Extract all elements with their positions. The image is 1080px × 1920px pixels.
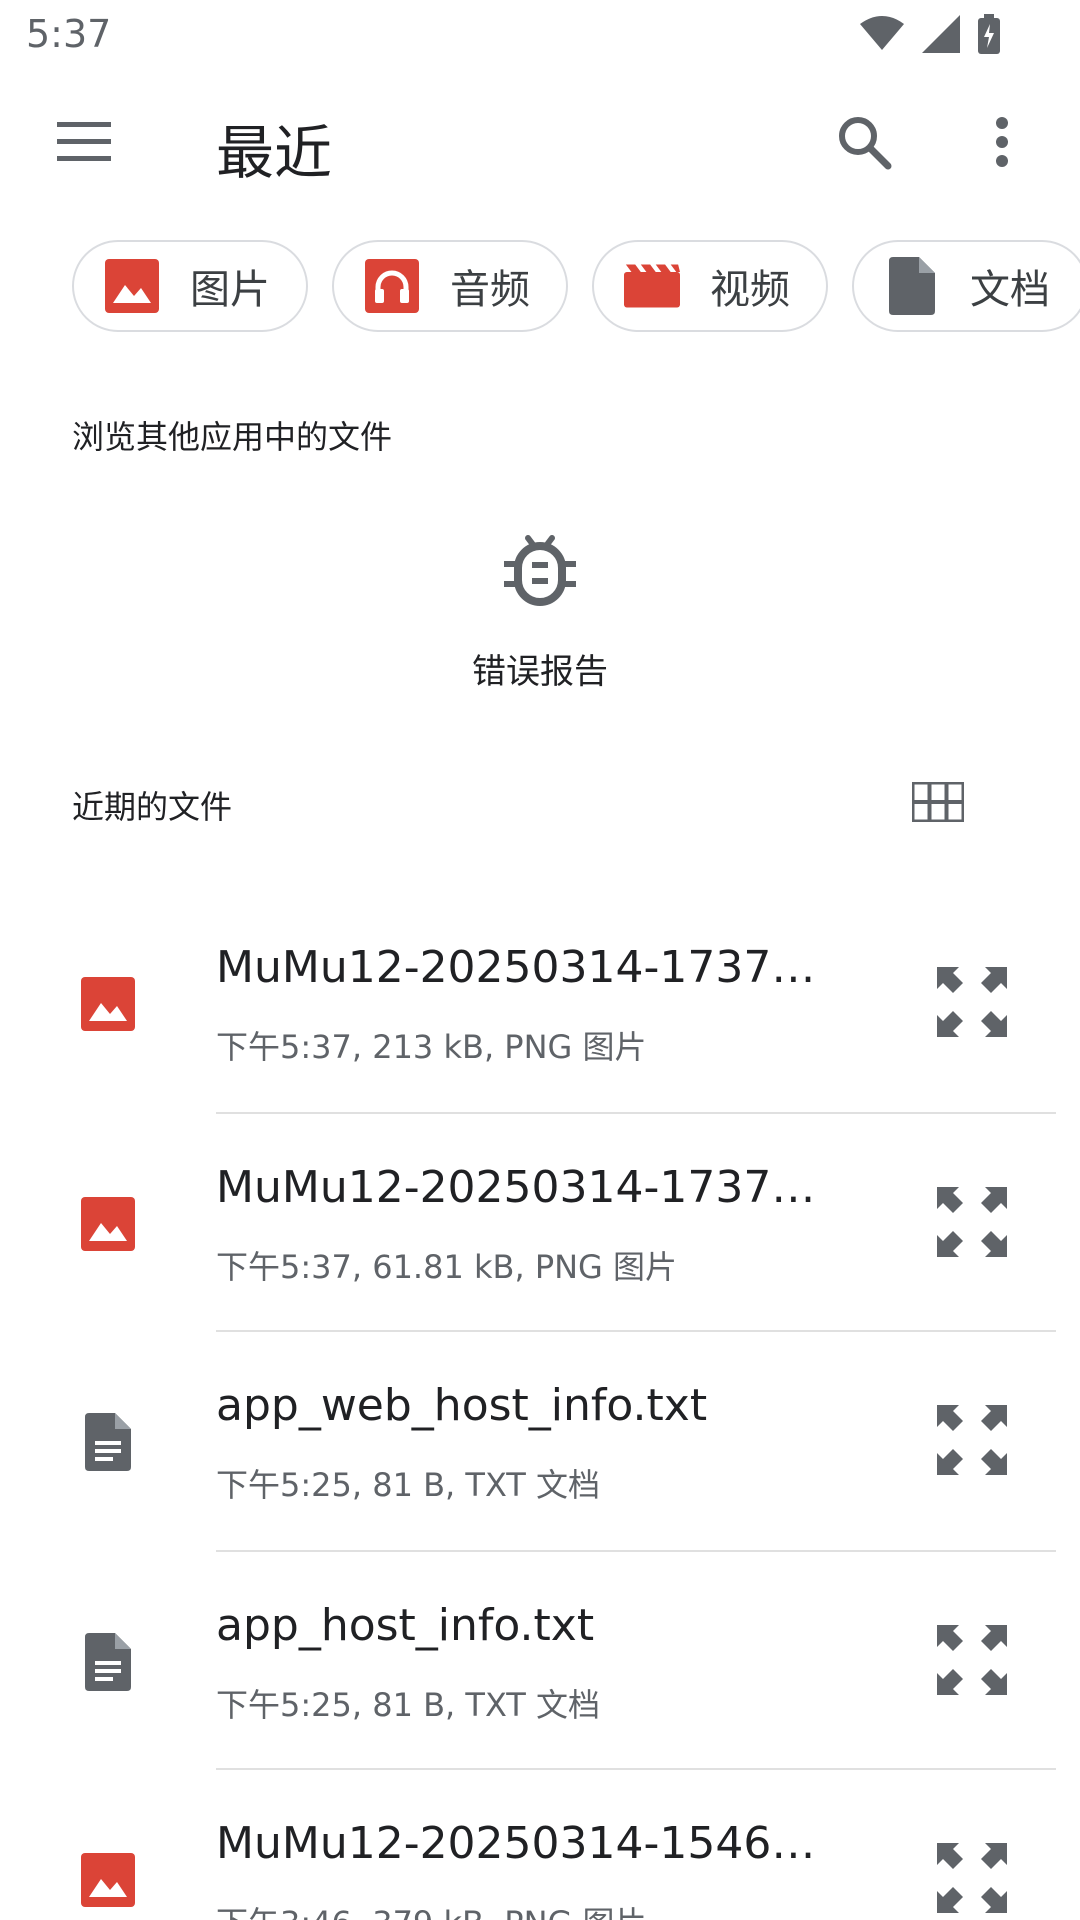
wifi-icon [860,16,904,52]
file-meta: 下午5:25, 81 B, TXT 文档 [216,1686,601,1724]
recent-section-title: 近期的文件 [72,788,233,826]
hamburger-menu-icon [57,122,111,166]
search-button[interactable] [820,100,908,188]
preview-button[interactable] [932,964,1012,1044]
chip-videos[interactable]: 视频 [592,240,828,332]
list-item[interactable]: app_host_info.txt 下午5:25, 81 B, TXT 文档 [0,1552,1080,1770]
file-name: app_web_host_info.txt [216,1380,708,1431]
file-name: MuMu12-20250314-17373… [216,1162,816,1213]
headphones-icon [364,258,420,314]
expand-icon [937,1405,1007,1479]
status-time: 5:37 [26,12,112,56]
search-icon [836,114,892,174]
browse-section-title: 浏览其他应用中的文件 [72,418,393,456]
document-icon [884,257,940,315]
menu-button[interactable] [40,100,128,188]
file-name: app_host_info.txt [216,1600,595,1651]
chip-audio[interactable]: 音频 [332,240,568,332]
more-options-button[interactable] [958,100,1046,188]
file-meta: 下午5:37, 213 kB, PNG 图片 [216,1028,647,1066]
list-item[interactable]: MuMu12-20250314-15461… 下午3:46, 379 kB, P… [0,1770,1080,1920]
signal-icon [922,15,960,53]
expand-icon [937,967,1007,1041]
page-title: 最近 [216,119,333,187]
image-icon [104,258,160,314]
chip-documents[interactable]: 文档 [852,240,1080,332]
file-type-chips: 图片 音频 视频 文档 [72,240,1080,336]
bug-report-label: 错误报告 [472,652,608,692]
app-bar: 最近 [0,72,1080,216]
expand-icon [937,1625,1007,1699]
preview-button[interactable] [932,1402,1012,1482]
image-file-icon [80,1852,136,1908]
chip-label: 视频 [710,267,790,313]
file-name: MuMu12-20250314-15461… [216,1818,816,1869]
text-file-icon [80,1413,136,1471]
expand-icon [937,1843,1007,1917]
file-meta: 下午5:37, 61.81 kB, PNG 图片 [216,1248,678,1286]
grid-view-icon [909,779,967,826]
chip-images[interactable]: 图片 [72,240,308,332]
file-meta: 下午3:46, 379 kB, PNG 图片 [216,1898,647,1920]
battery-icon [978,14,1000,54]
grid-view-button[interactable] [904,770,972,838]
expand-icon [937,1187,1007,1261]
chip-label: 音频 [450,267,530,313]
preview-button[interactable] [932,1184,1012,1264]
file-meta: 下午5:25, 81 B, TXT 文档 [216,1466,601,1504]
image-file-icon [80,1196,136,1252]
bug-report-app[interactable]: 错误报告 [440,530,640,700]
preview-button[interactable] [932,1840,1012,1920]
movie-icon [624,258,680,314]
chip-label: 文档 [970,267,1050,313]
list-item[interactable]: MuMu12-20250314-17373… 下午5:37, 61.81 kB,… [0,1114,1080,1332]
more-vert-icon [995,116,1009,172]
list-item[interactable]: MuMu12-20250314-17374… 下午5:37, 213 kB, P… [0,894,1080,1112]
preview-button[interactable] [932,1622,1012,1702]
image-file-icon [80,976,136,1032]
bug-icon [504,530,576,610]
list-item[interactable]: app_web_host_info.txt 下午5:25, 81 B, TXT … [0,1332,1080,1550]
status-bar: 5:37 [0,0,1080,72]
text-file-icon [80,1633,136,1691]
chip-label: 图片 [190,267,270,313]
file-name: MuMu12-20250314-17374… [216,942,816,993]
